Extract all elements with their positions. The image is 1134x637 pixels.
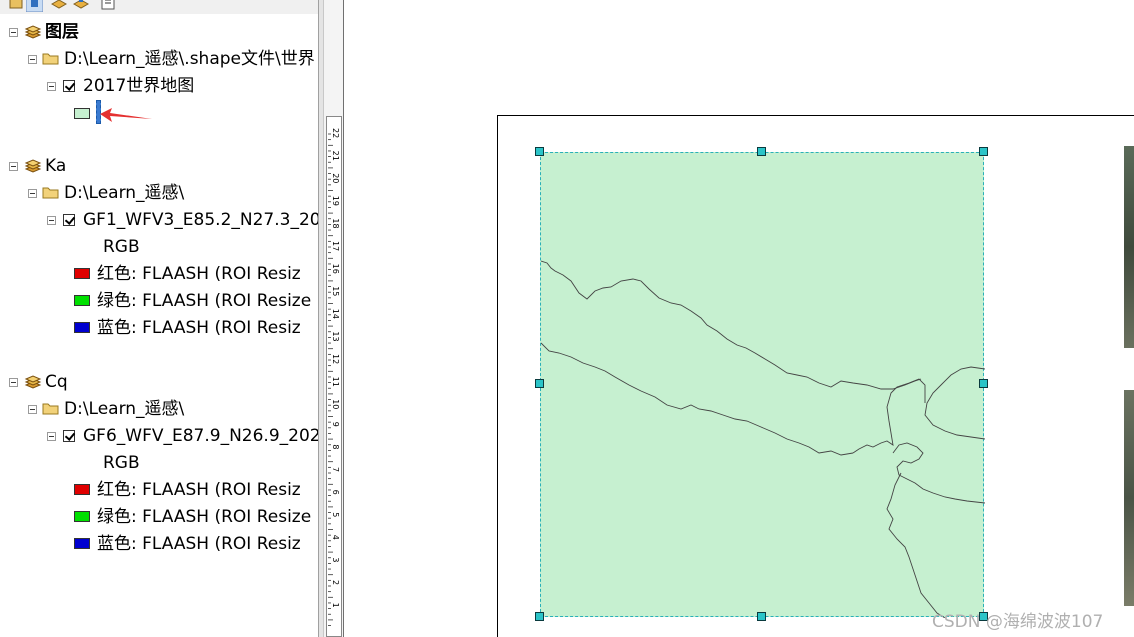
folder-icon	[42, 403, 59, 415]
layer-name[interactable]: GF6_WFV_E87.9_N26.9_202	[83, 423, 318, 449]
map-data-frame[interactable]	[540, 152, 985, 618]
red-arrow-annotation	[100, 108, 152, 122]
band-label: 红色: FLAASH (ROI Resiz	[97, 480, 301, 500]
layer-visibility-checkbox[interactable]	[63, 214, 75, 226]
layer-name[interactable]: 2017世界地图	[83, 73, 194, 99]
collapse-toggle[interactable]	[47, 82, 56, 91]
ruler-label: 4	[331, 535, 340, 540]
layers-icon	[24, 375, 42, 389]
ruler-label: 10	[331, 399, 340, 409]
folder-icon	[42, 53, 59, 65]
collapse-toggle[interactable]	[28, 405, 37, 414]
ruler-label: 5	[331, 512, 340, 517]
ruler-label: 3	[331, 557, 340, 562]
ruler-label: 1	[331, 603, 340, 608]
blue-band-swatch[interactable]	[74, 538, 90, 549]
resize-handle[interactable]	[535, 379, 544, 388]
ruler-label: 14	[331, 309, 340, 319]
ruler-label: 7	[331, 467, 340, 472]
folder-path[interactable]: D:\Learn_遥感\	[64, 180, 184, 206]
ruler-label: 12	[331, 354, 340, 364]
watermark: CSDN @海绵波波107	[932, 612, 1104, 632]
green-band-swatch[interactable]	[74, 295, 90, 306]
resize-handle[interactable]	[535, 147, 544, 156]
layer-visibility-checkbox[interactable]	[63, 430, 75, 442]
country-borders	[541, 260, 985, 618]
layers-icon	[24, 25, 42, 39]
ruler-label: 9	[331, 422, 340, 427]
ruler-label: 19	[331, 196, 340, 206]
collapse-toggle[interactable]	[9, 378, 18, 387]
resize-handle[interactable]	[979, 147, 988, 156]
layer-visibility-checkbox[interactable]	[63, 80, 75, 92]
list-by-selection-icon[interactable]	[72, 0, 89, 12]
collapse-toggle[interactable]	[47, 216, 56, 225]
rgb-label: RGB	[103, 237, 140, 257]
table-of-contents: 图层 D:\Learn_遥感\.shape文件\世界 2017世界地图 Ka D…	[0, 14, 318, 637]
red-band-swatch[interactable]	[74, 268, 90, 279]
folder-path[interactable]: D:\Learn_遥感\.shape文件\世界	[64, 46, 315, 72]
ruler-label: 6	[331, 490, 340, 495]
options-icon[interactable]	[100, 0, 117, 12]
data-frame-name[interactable]: Ka	[45, 153, 66, 179]
resize-handle[interactable]	[979, 379, 988, 388]
ruler-label: 16	[331, 264, 340, 274]
collapse-toggle[interactable]	[28, 189, 37, 198]
satellite-image-frame[interactable]	[1124, 146, 1134, 348]
resize-handle[interactable]	[535, 612, 544, 621]
list-by-drawing-order-icon[interactable]	[8, 0, 25, 12]
ruler-label: 21	[331, 151, 340, 161]
collapse-toggle[interactable]	[28, 55, 37, 64]
collapse-toggle[interactable]	[9, 162, 18, 171]
satellite-image-frame[interactable]	[1124, 390, 1134, 606]
ruler-label: 18	[331, 218, 340, 228]
band-label: 蓝色: FLAASH (ROI Resiz	[97, 534, 301, 554]
polygon-symbol-swatch[interactable]	[74, 108, 90, 119]
toc-toolbar	[0, 0, 318, 14]
band-label: 绿色: FLAASH (ROI Resize	[97, 507, 312, 527]
list-by-source-icon[interactable]	[26, 0, 43, 12]
band-label: 红色: FLAASH (ROI Resiz	[97, 264, 301, 284]
ruler-label: 11	[331, 377, 340, 387]
ruler-label: 22	[331, 128, 340, 138]
layout-view[interactable]	[345, 0, 1134, 637]
ruler-label: 13	[331, 331, 340, 341]
data-frame-name[interactable]: Cq	[45, 369, 68, 395]
band-label: 蓝色: FLAASH (ROI Resiz	[97, 318, 301, 338]
resize-handle[interactable]	[757, 612, 766, 621]
resize-handle[interactable]	[757, 147, 766, 156]
folder-path[interactable]: D:\Learn_遥感\	[64, 396, 184, 422]
ruler-label: 8	[331, 444, 340, 449]
folder-icon	[42, 187, 59, 199]
ruler-ticks: 22212019181716151413121110987654321	[328, 128, 340, 626]
rgb-label: RGB	[103, 453, 140, 473]
band-label: 绿色: FLAASH (ROI Resize	[97, 291, 312, 311]
vertical-ruler: 22 21 20 19 18 17 16 15 14 13 12 11 10 9 8 7 6 5 4 3 2 1	[324, 0, 344, 637]
ruler-label: 2	[331, 580, 340, 585]
list-by-visibility-icon[interactable]	[50, 0, 67, 12]
layers-icon	[24, 159, 42, 173]
data-frame-name[interactable]: 图层	[45, 19, 79, 45]
red-band-swatch[interactable]	[74, 484, 90, 495]
collapse-toggle[interactable]	[9, 28, 18, 37]
ruler-label: 20	[331, 173, 340, 183]
layer-name[interactable]: GF1_WFV3_E85.2_N27.3_20	[83, 207, 318, 233]
ruler-label: 17	[331, 241, 340, 251]
collapse-toggle[interactable]	[47, 432, 56, 441]
ruler-label: 15	[331, 286, 340, 296]
green-band-swatch[interactable]	[74, 511, 90, 522]
blue-band-swatch[interactable]	[74, 322, 90, 333]
